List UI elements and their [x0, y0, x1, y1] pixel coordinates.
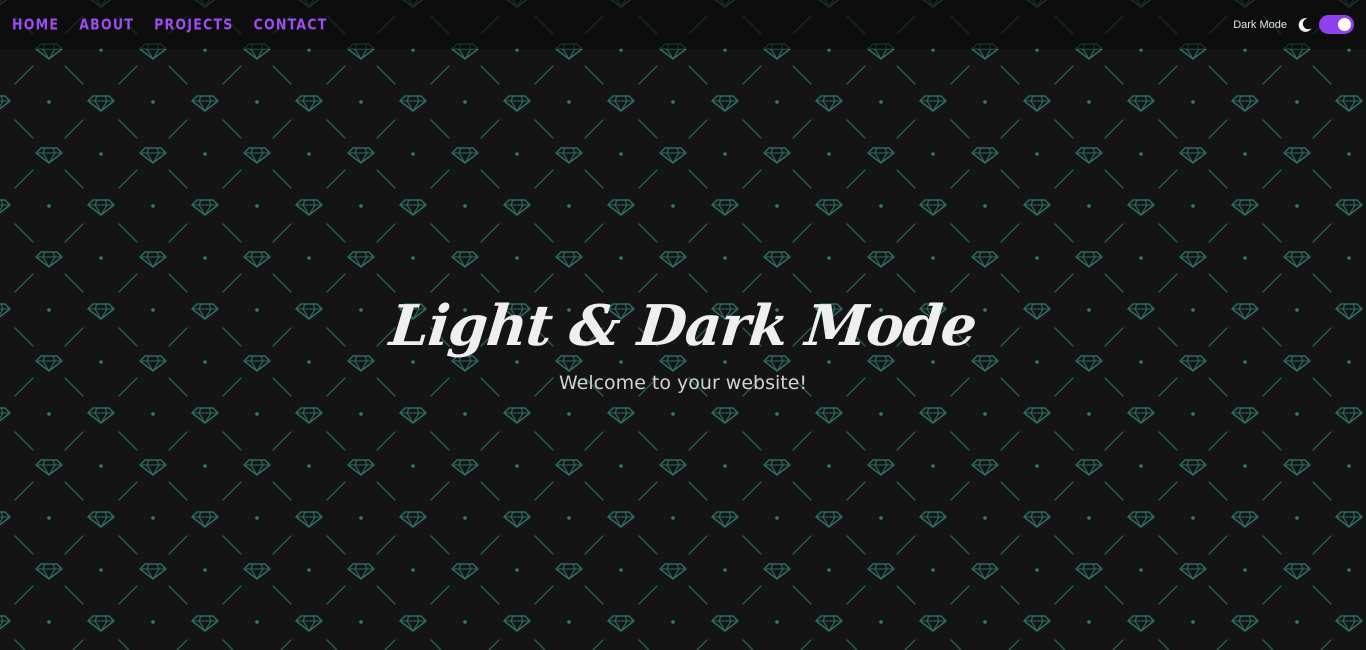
top-navbar: HOME ABOUT PROJECTS CONTACT Dark Mode [0, 0, 1366, 49]
nav-link-contact[interactable]: CONTACT [254, 16, 328, 34]
nav-link-about[interactable]: ABOUT [79, 16, 134, 34]
nav-link-home[interactable]: HOME [12, 16, 59, 34]
main-nav: HOME ABOUT PROJECTS CONTACT [12, 0, 348, 49]
theme-toggle-container: Dark Mode [1233, 0, 1354, 49]
nav-link-projects[interactable]: PROJECTS [154, 16, 233, 34]
moon-icon [1298, 17, 1312, 32]
toggle-knob [1338, 18, 1351, 31]
theme-toggle-label: Dark Mode [1233, 18, 1287, 31]
hero-title: Light & Dark Mode [386, 293, 980, 359]
hero-subtitle: Welcome to your website! [558, 372, 808, 394]
dark-mode-toggle-switch[interactable] [1319, 15, 1354, 34]
hero-section: Light & Dark Mode Welcome to your websit… [0, 290, 1366, 394]
